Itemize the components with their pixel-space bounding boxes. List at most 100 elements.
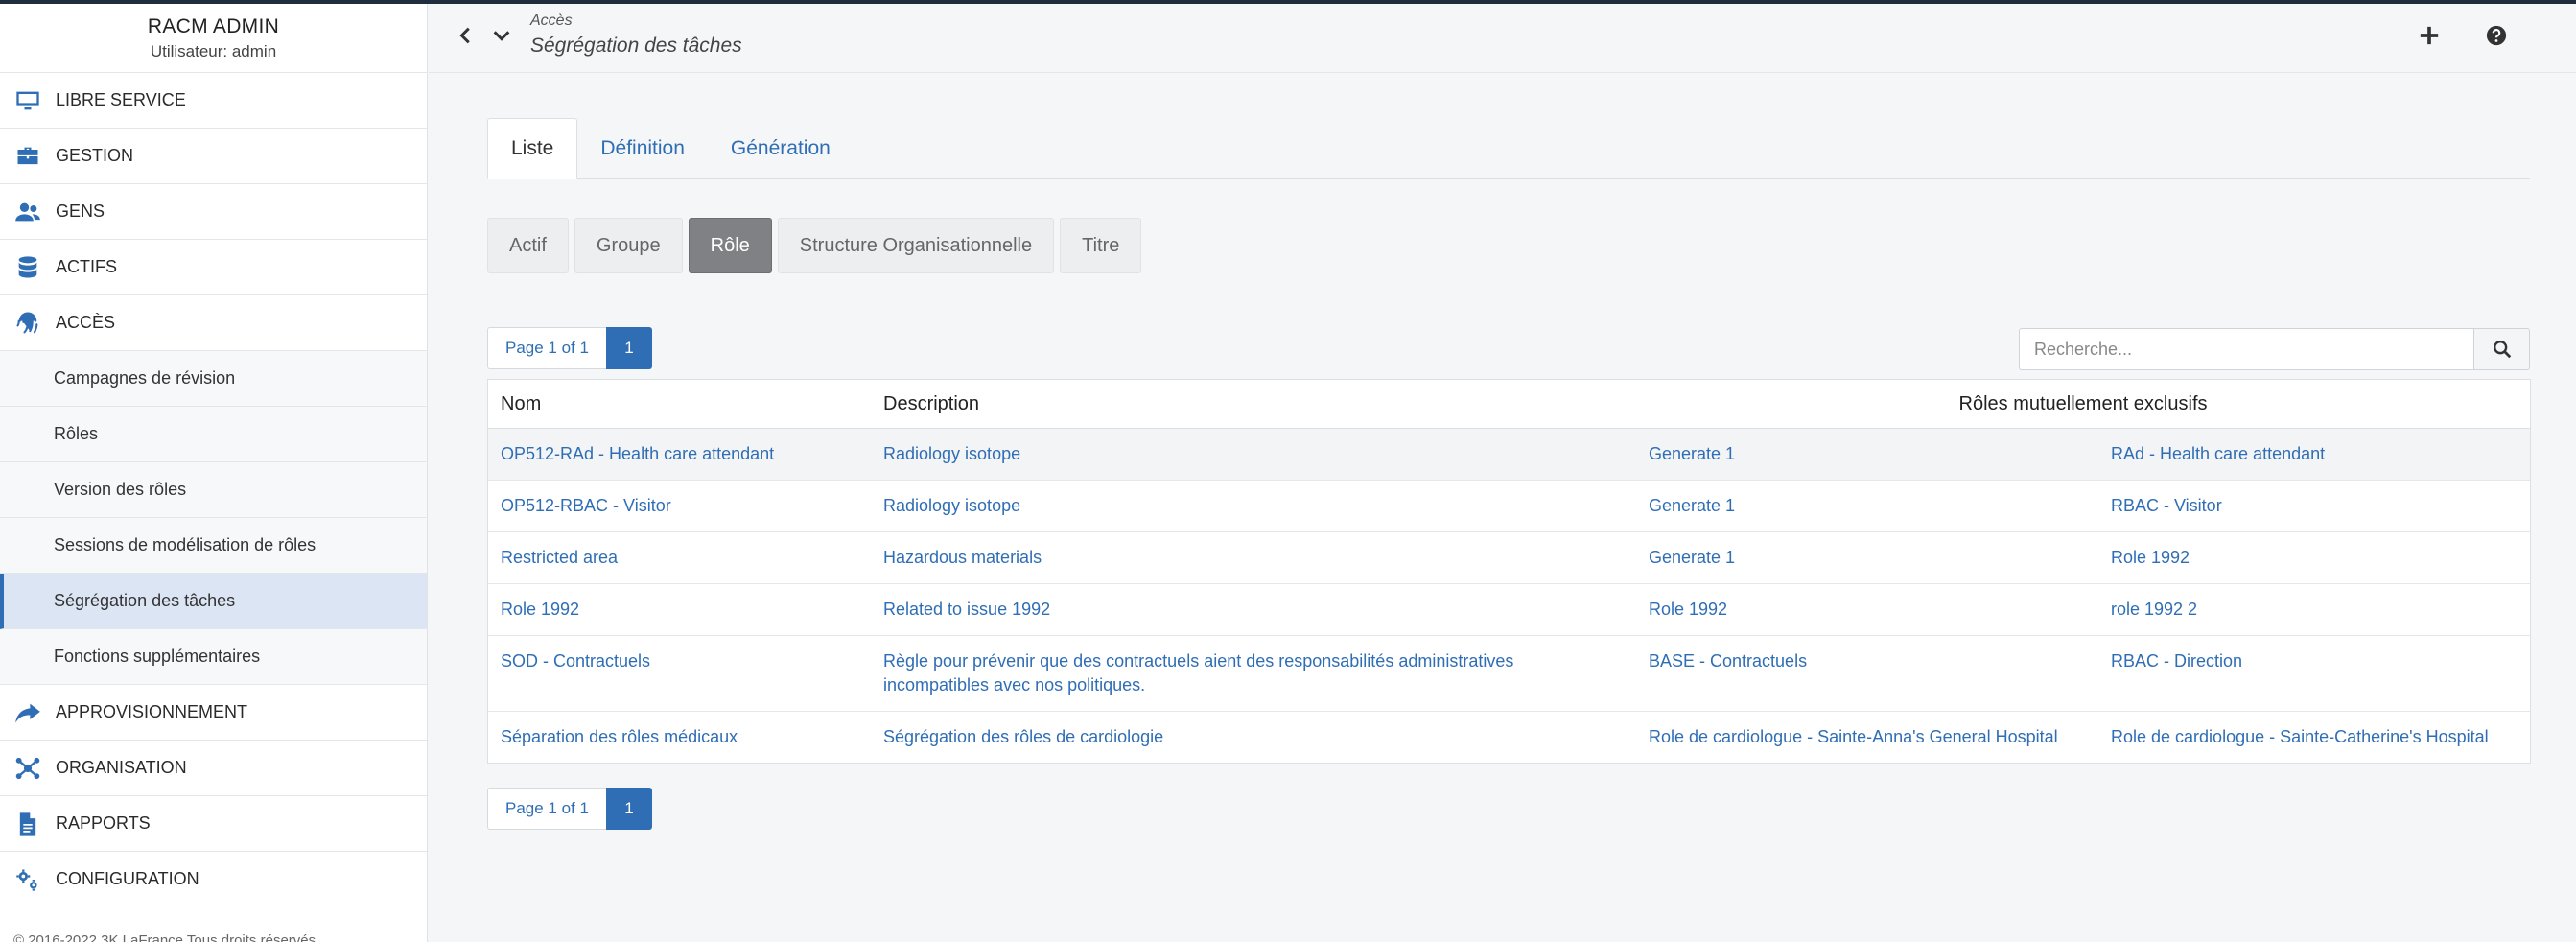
network-icon: [0, 741, 56, 796]
add-button[interactable]: [2415, 21, 2444, 50]
row-role-b-link[interactable]: RAd - Health care attendant: [2111, 444, 2325, 463]
chevron-down-icon: [493, 31, 510, 41]
row-role-a-link[interactable]: Generate 1: [1649, 496, 1735, 515]
sidebar-item-label: LIBRE SERVICE: [56, 90, 186, 109]
sidebar-subitem-label: Ségrégation des tâches: [54, 591, 236, 610]
row-role-a-link[interactable]: BASE - Contractuels: [1649, 651, 1807, 671]
sod-table: Nom Description Rôles mutuellement exclu…: [487, 379, 2531, 764]
row-role-a-link[interactable]: Generate 1: [1649, 548, 1735, 567]
tab-generation[interactable]: Génération: [708, 118, 854, 179]
page-number-button[interactable]: 1: [605, 327, 652, 369]
page-number-button[interactable]: 1: [605, 788, 652, 830]
app-title: RACM ADMIN: [147, 14, 280, 37]
sidebar-item-label: CONFIGURATION: [56, 869, 199, 888]
sidebar-item-approvisionnement[interactable]: APPROVISIONNEMENT: [0, 685, 427, 741]
sidebar-item-label: ORGANISATION: [56, 758, 187, 777]
brand: RACM ADMIN Utilisateur: admin: [0, 4, 427, 73]
table-row[interactable]: Séparation des rôles médicaux Ségrégatio…: [488, 712, 2530, 763]
sidebar-subitem-fonctions[interactable]: Fonctions supplémentaires: [0, 629, 427, 685]
table-row[interactable]: Role 1992 Related to issue 1992 Role 199…: [488, 584, 2530, 636]
column-header-roles[interactable]: Rôles mutuellement exclusifs: [1636, 379, 2530, 430]
sidebar-item-label: APPROVISIONNEMENT: [56, 702, 248, 721]
search-input[interactable]: [2019, 328, 2473, 370]
sidebar-subitem-label: Fonctions supplémentaires: [54, 647, 261, 666]
sidebar-subitem-roles[interactable]: Rôles: [0, 407, 427, 462]
table-row[interactable]: OP512-RBAC - Visitor Radiology isotope G…: [488, 481, 2530, 532]
back-button[interactable]: [452, 21, 480, 50]
sidebar-item-organisation[interactable]: ORGANISATION: [0, 741, 427, 796]
row-role-b-link[interactable]: role 1992 2: [2111, 600, 2197, 619]
fingerprint-icon: [0, 295, 56, 351]
sidebar-item-acces[interactable]: ACCÈS: [0, 295, 427, 351]
breadcrumb-parent[interactable]: Accès: [530, 12, 573, 30]
sidebar-item-gestion[interactable]: GESTION: [0, 129, 427, 184]
sidebar-subitem-segregation[interactable]: Ségrégation des tâches: [0, 574, 427, 629]
page-title: Ségrégation des tâches: [530, 35, 742, 57]
row-role-b-link[interactable]: Role 1992: [2111, 548, 2190, 567]
row-name-link[interactable]: OP512-RBAC - Visitor: [501, 496, 671, 515]
pill-role[interactable]: Rôle: [688, 218, 772, 273]
header: Accès Ségrégation des tâches: [429, 4, 2576, 73]
pill-titre[interactable]: Titre: [1060, 218, 1142, 273]
pill-groupe[interactable]: Groupe: [574, 218, 683, 273]
help-button[interactable]: [2482, 21, 2511, 50]
table-row[interactable]: OP512-RAd - Health care attendant Radiol…: [488, 429, 2530, 481]
row-description-link[interactable]: Ségrégation des rôles de cardiologie: [883, 727, 1163, 746]
row-description-link[interactable]: Radiology isotope: [883, 496, 1020, 515]
users-icon: [0, 184, 56, 240]
pill-structure-organisationnelle[interactable]: Structure Organisationnelle: [777, 218, 1055, 273]
row-role-a-link[interactable]: Role 1992: [1649, 600, 1727, 619]
sidebar-item-gens[interactable]: GENS: [0, 184, 427, 240]
pill-actif[interactable]: Actif: [487, 218, 569, 273]
page-info: Page 1 of 1: [487, 788, 606, 830]
sidebar-item-label: ACTIFS: [56, 257, 118, 276]
table-header: Nom Description Rôles mutuellement exclu…: [488, 380, 2530, 429]
row-role-b-link[interactable]: RBAC - Direction: [2111, 651, 2242, 671]
row-role-b-link[interactable]: Role de cardiologue - Sainte-Catherine's…: [2111, 727, 2489, 746]
row-name-link[interactable]: Restricted area: [501, 548, 618, 567]
search-box: [2019, 328, 2530, 370]
sidebar-item-actifs[interactable]: ACTIFS: [0, 240, 427, 295]
sidebar-item-configuration[interactable]: CONFIGURATION: [0, 852, 427, 907]
table-row[interactable]: Restricted area Hazardous materials Gene…: [488, 532, 2530, 584]
row-role-a-link[interactable]: Role de cardiologue - Sainte-Anna's Gene…: [1649, 727, 2058, 746]
sidebar-subitem-label: Version des rôles: [54, 480, 187, 499]
sidebar-item-libre-service[interactable]: LIBRE SERVICE: [0, 73, 427, 129]
sidebar-item-label: RAPPORTS: [56, 813, 151, 833]
tab-liste[interactable]: Liste: [487, 118, 578, 179]
sidebar-item-label: ACCÈS: [56, 313, 116, 332]
row-name-link[interactable]: OP512-RAd - Health care attendant: [501, 444, 774, 463]
briefcase-icon: [0, 129, 56, 184]
monitor-icon: [0, 73, 56, 129]
sidebar-subitem-campagnes[interactable]: Campagnes de révision: [0, 351, 427, 407]
search-button[interactable]: [2473, 328, 2530, 370]
database-icon: [0, 240, 56, 295]
sidebar-subitem-label: Campagnes de révision: [54, 368, 236, 388]
pagination-bottom: Page 1 of 1 1: [487, 788, 652, 830]
column-header-description[interactable]: Description: [871, 379, 1636, 430]
table-row[interactable]: SOD - Contractuels Règle pour prévenir q…: [488, 636, 2530, 712]
row-role-b-link[interactable]: RBAC - Visitor: [2111, 496, 2222, 515]
plus-icon: [2420, 26, 2439, 45]
sidebar-item-rapports[interactable]: RAPPORTS: [0, 796, 427, 852]
row-description-link[interactable]: Related to issue 1992: [883, 600, 1050, 619]
row-name-link[interactable]: SOD - Contractuels: [501, 651, 650, 671]
sidebar-subitem-version-roles[interactable]: Version des rôles: [0, 462, 427, 518]
sidebar-subitem-sessions[interactable]: Sessions de modélisation de rôles: [0, 518, 427, 574]
column-header-nom[interactable]: Nom: [488, 379, 871, 430]
page-info: Page 1 of 1: [487, 327, 606, 369]
row-role-a-link[interactable]: Generate 1: [1649, 444, 1735, 463]
current-user: Utilisateur: admin: [150, 41, 277, 60]
footer-copyright: © 2016-2022 3K LaFrance Tous droits rése…: [13, 932, 316, 942]
row-description-link[interactable]: Radiology isotope: [883, 444, 1020, 463]
tab-bar: Liste Définition Génération: [487, 118, 2530, 179]
row-name-link[interactable]: Role 1992: [501, 600, 579, 619]
row-name-link[interactable]: Séparation des rôles médicaux: [501, 727, 738, 746]
gears-icon: [0, 852, 56, 907]
row-description-link[interactable]: Hazardous materials: [883, 548, 1042, 567]
tab-definition[interactable]: Définition: [577, 118, 708, 179]
expand-button[interactable]: [487, 21, 516, 50]
row-description-link[interactable]: Règle pour prévenir que des contractuels…: [883, 651, 1513, 695]
question-circle-icon: [2486, 25, 2507, 46]
sidebar-subitem-label: Sessions de modélisation de rôles: [54, 535, 316, 554]
